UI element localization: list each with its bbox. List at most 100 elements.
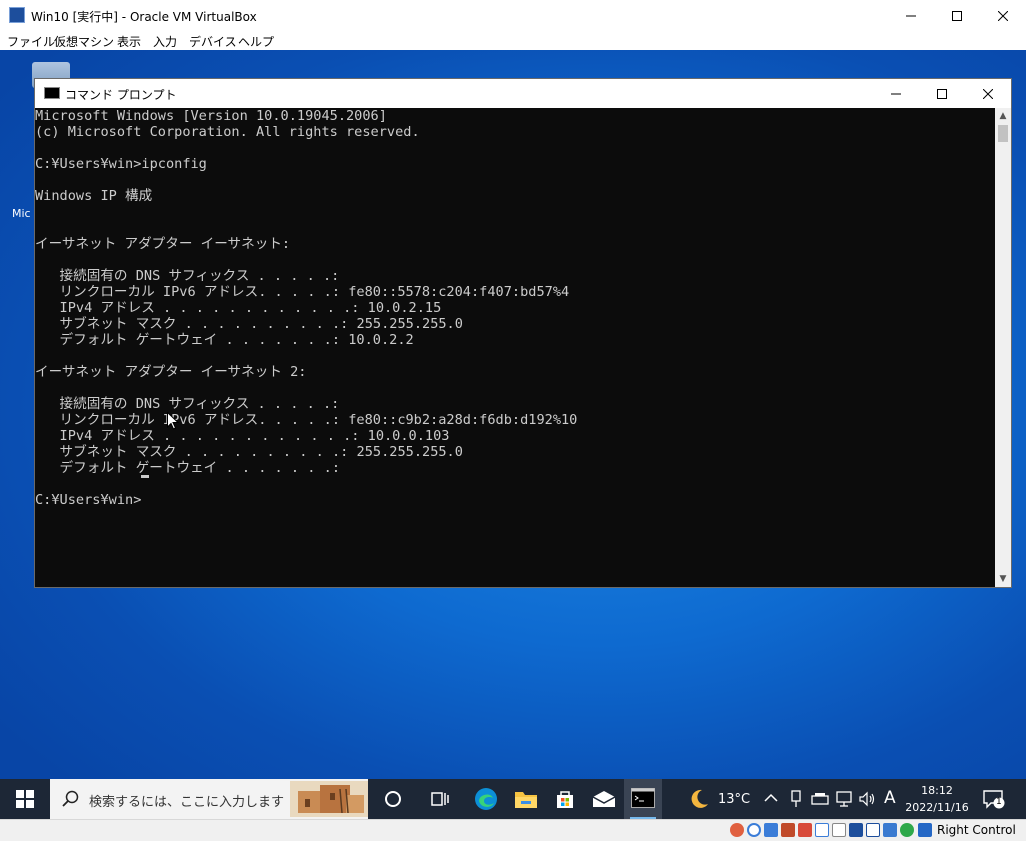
- vbox-status-bar: Right Control: [0, 819, 1026, 841]
- usb-icon[interactable]: [798, 823, 812, 837]
- weather-temperature[interactable]: 13°C: [718, 792, 750, 807]
- virtualbox-icon: [9, 7, 25, 23]
- console-scrollbar[interactable]: ▲ ▼: [995, 108, 1011, 587]
- console-line: デフォルト ゲートウェイ . . . . . . .: 10.0.2.2: [35, 332, 414, 348]
- desktop-icon-label[interactable]: Mic: [12, 207, 31, 220]
- search-highlight-illustration: [290, 781, 368, 817]
- scroll-down-arrow[interactable]: ▼: [995, 571, 1011, 587]
- network-adapter-icon[interactable]: [781, 823, 795, 837]
- taskbar: 検索するには、ここに入力します 13°C A 18:12 2022/11/16 …: [0, 779, 1026, 819]
- file-explorer-icon: [515, 792, 537, 808]
- menu-view[interactable]: 表示: [117, 33, 141, 50]
- store-icon: [557, 791, 573, 808]
- console-line: リンクローカル IPv6 アドレス. . . . .: fe80::c9b2:a…: [35, 412, 578, 428]
- vbox-window-title: Win10 [実行中] - Oracle VM VirtualBox: [31, 10, 257, 24]
- network-icon[interactable]: [835, 790, 853, 808]
- menu-input[interactable]: 入力: [153, 33, 177, 50]
- console-cursor: [141, 475, 149, 478]
- task-view-button[interactable]: [421, 779, 459, 819]
- audio-icon[interactable]: [764, 823, 778, 837]
- console-line: イーサネット アダプター イーサネット:: [35, 236, 291, 252]
- recording-icon[interactable]: [866, 823, 880, 837]
- optical-drive-icon[interactable]: [747, 823, 761, 837]
- store-button[interactable]: [546, 779, 584, 819]
- command-prompt-window: コマンド プロンプト Microsoft Windows [Version 10…: [34, 78, 1012, 588]
- maximize-icon: [952, 10, 962, 21]
- console-line: 接続固有の DNS サフィックス . . . . .:: [35, 396, 340, 412]
- volume-icon[interactable]: [858, 790, 876, 808]
- guest-additions-icon[interactable]: [900, 823, 914, 837]
- scroll-up-arrow[interactable]: ▲: [995, 108, 1011, 124]
- console-line: 接続固有の DNS サフィックス . . . . .:: [35, 268, 340, 284]
- cmd-title-bar[interactable]: コマンド プロンプト: [35, 79, 1011, 108]
- console-line: サブネット マスク . . . . . . . . . .: 255.255.2…: [35, 444, 463, 460]
- file-explorer-button[interactable]: [507, 779, 545, 819]
- notification-center-button[interactable]: 1: [983, 790, 1005, 814]
- cortana-icon: [385, 791, 401, 807]
- hardware-icon[interactable]: [811, 791, 829, 807]
- shared-folders-icon[interactable]: [815, 823, 829, 837]
- cmd-window-title: コマンド プロンプト: [65, 88, 177, 102]
- virtualization-icon[interactable]: [883, 823, 897, 837]
- console-line: デフォルト ゲートウェイ . . . . . . .:: [35, 460, 341, 476]
- close-button[interactable]: [980, 0, 1026, 31]
- cmd-close-button[interactable]: [965, 79, 1011, 108]
- edge-button[interactable]: [467, 779, 505, 819]
- minimize-button[interactable]: [888, 0, 934, 31]
- console-line: リンクローカル IPv6 アドレス. . . . .: fe80::5578:c…: [35, 284, 570, 300]
- menu-help[interactable]: ヘルプ: [238, 33, 274, 50]
- console-line: IPv4 アドレス . . . . . . . . . . . .: 10.0.…: [35, 428, 450, 444]
- maximize-icon: [937, 88, 947, 99]
- console-line: C:¥Users¥win>ipconfig: [35, 156, 207, 172]
- edge-icon: [475, 788, 497, 810]
- usb-device-icon[interactable]: [789, 790, 803, 808]
- console-line: イーサネット アダプター イーサネット 2:: [35, 364, 307, 380]
- cmd-maximize-button[interactable]: [919, 79, 965, 108]
- start-button[interactable]: [0, 779, 50, 819]
- close-icon: [983, 88, 993, 99]
- clock-date: 2022/11/16: [905, 801, 969, 814]
- cmd-taskbar-button[interactable]: [624, 779, 662, 819]
- minimize-icon: [891, 93, 901, 94]
- video-capture-icon[interactable]: [849, 823, 863, 837]
- vbox-menu-bar: ファイル 仮想マシン 表示 入力 デバイス ヘルプ: [0, 31, 1026, 50]
- console-line: Windows IP 構成: [35, 188, 153, 204]
- search-icon: [62, 790, 79, 807]
- taskbar-search-box[interactable]: 検索するには、ここに入力します: [50, 779, 368, 819]
- cmd-minimize-button[interactable]: [873, 79, 919, 108]
- console-line: Microsoft Windows [Version 10.0.19045.20…: [35, 108, 387, 124]
- mail-button[interactable]: [585, 779, 623, 819]
- scroll-thumb[interactable]: [998, 125, 1008, 142]
- clock-time: 18:12: [921, 784, 953, 797]
- menu-file[interactable]: ファイル: [7, 33, 55, 50]
- menu-devices[interactable]: デバイス: [189, 33, 237, 50]
- clock[interactable]: 18:12 2022/11/16: [900, 782, 974, 816]
- menu-machine[interactable]: 仮想マシン: [54, 33, 114, 50]
- ime-mode-indicator[interactable]: A: [884, 788, 896, 808]
- host-key-label: Right Control: [937, 823, 1016, 837]
- hard-disk-icon[interactable]: [730, 823, 744, 837]
- vbox-title-bar[interactable]: Win10 [実行中] - Oracle VM VirtualBox: [0, 0, 1026, 31]
- mail-icon: [592, 791, 616, 807]
- console-output[interactable]: Microsoft Windows [Version 10.0.19045.20…: [35, 108, 995, 587]
- minimize-icon: [906, 15, 916, 16]
- moon-weather-icon[interactable]: [688, 788, 710, 810]
- mouse-pointer-icon: [167, 412, 179, 430]
- notification-count: 1: [996, 797, 1002, 807]
- chevron-up-icon[interactable]: [764, 793, 778, 803]
- console-line: (c) Microsoft Corporation. All rights re…: [35, 124, 420, 140]
- host-key-icon[interactable]: [918, 823, 932, 837]
- cortana-button[interactable]: [374, 779, 412, 819]
- maximize-button[interactable]: [934, 0, 980, 31]
- task-view-icon: [431, 792, 449, 806]
- cmd-icon: [631, 788, 655, 808]
- display-icon[interactable]: [832, 823, 846, 837]
- windows-logo-icon: [16, 790, 34, 808]
- cmd-app-icon: [44, 87, 60, 99]
